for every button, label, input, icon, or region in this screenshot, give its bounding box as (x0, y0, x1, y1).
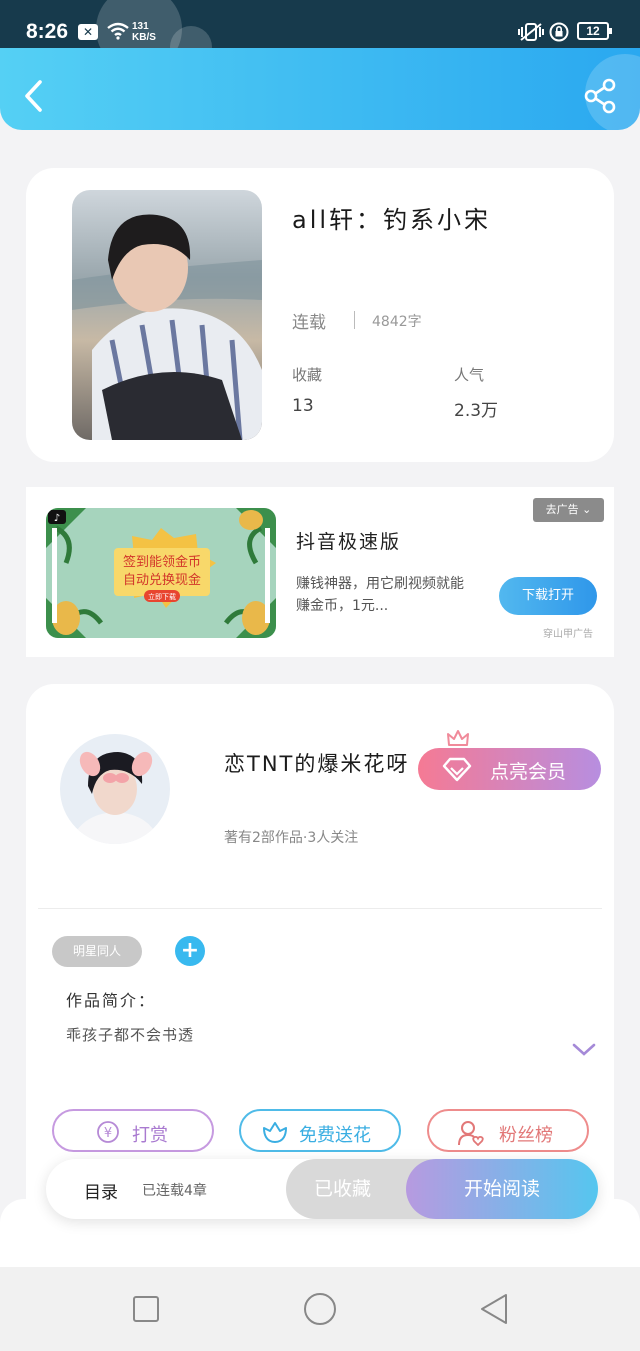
app-header (0, 48, 640, 130)
user-heart-icon (458, 1121, 484, 1146)
square-icon[interactable] (132, 1295, 160, 1323)
reward-button[interactable]: ¥ 打赏 (52, 1109, 214, 1152)
ad-banner-image[interactable]: 签到能领金币 自动兑换现金 立即下载 ♪ (46, 508, 276, 638)
popularity-count: 2.3万 (454, 401, 499, 421)
intro-text: 乖孩子都不会书透 (66, 1026, 195, 1044)
circle-icon[interactable] (302, 1291, 338, 1327)
plus-icon: + (180, 938, 200, 963)
toc-button[interactable]: 目录 (84, 1178, 118, 1203)
start-reading-button[interactable]: 开始阅读 (406, 1159, 598, 1219)
net-speed-unit: KB/S (132, 32, 156, 43)
yen-icon: ¥ (97, 1121, 119, 1143)
ad-card[interactable]: 签到能领金币 自动兑换现金 立即下载 ♪ 抖音极速版 赚钱神器，用它刷视频就能赚… (26, 487, 614, 657)
book-status: 连载 (292, 313, 326, 333)
author-name: 恋TNT的爆米花呀 (224, 752, 410, 776)
vip-label: 点亮会员 (490, 761, 567, 783)
share-button[interactable] (580, 78, 620, 114)
rotation-lock-icon (549, 22, 569, 42)
chevron-down-icon: ⌄ (582, 503, 592, 516)
book-cover-image[interactable] (72, 190, 262, 440)
net-speed-value: 131 (132, 21, 149, 32)
expand-intro-button[interactable] (571, 1040, 597, 1060)
add-tag-button[interactable]: + (175, 936, 205, 966)
status-time: 8:26 (26, 20, 69, 43)
remove-ad-button[interactable]: 去广告 ⌄ (533, 498, 604, 522)
triangle-back-icon[interactable] (478, 1292, 510, 1326)
status-bar: 8:26 ✕ 131 KB/S 12 (0, 0, 640, 72)
fans-rank-label: 粉丝榜 (499, 1125, 553, 1146)
reward-label: 打赏 (132, 1125, 168, 1146)
favorites-label: 收藏 (292, 366, 323, 384)
flower-icon (263, 1122, 287, 1143)
send-flower-button[interactable]: 免费送花 (239, 1109, 401, 1152)
favorites-count: 13 (292, 396, 314, 416)
book-title: all轩：钓系小宋 (292, 206, 492, 234)
yen-symbol: ¥ (104, 1126, 112, 1141)
diamond-icon (442, 757, 472, 782)
back-button[interactable] (18, 76, 50, 116)
activate-vip-button[interactable]: 点亮会员 (418, 748, 601, 790)
crown-icon (447, 730, 469, 746)
close-box-icon: ✕ (78, 24, 98, 40)
fans-rank-button[interactable]: 粉丝榜 (427, 1109, 589, 1152)
system-nav-bar (0, 1267, 640, 1351)
bottom-action-bar: 目录 已连载4章 已收藏 开始阅读 (46, 1159, 598, 1219)
chapter-status: 已连载4章 (142, 1183, 207, 1199)
ad-download-button[interactable]: 下载打开 (499, 577, 597, 615)
genre-tag[interactable]: 明星同人 (52, 936, 142, 967)
vibrate-icon (518, 23, 544, 41)
wifi-icon (107, 22, 129, 40)
book-info-card: all轩：钓系小宋 连载 4842字 收藏 13 人气 2.3万 (26, 168, 614, 462)
divider (38, 908, 602, 909)
network-speed: 131 KB/S (132, 21, 156, 43)
send-flower-label: 免费送花 (299, 1125, 371, 1146)
ad-description: 赚钱神器，用它刷视频就能赚金币，1元... (296, 576, 464, 614)
popularity-label: 人气 (454, 366, 485, 384)
separator (354, 311, 355, 329)
battery-icon: 12 (577, 22, 612, 40)
author-avatar[interactable] (60, 734, 170, 844)
ad-source-label: 穿山甲广告 (543, 629, 593, 640)
author-meta: 著有2部作品·3人关注 (224, 830, 359, 846)
intro-heading: 作品简介： (66, 991, 157, 1010)
ad-banner-line2: 自动兑换现金 (123, 572, 201, 588)
word-count: 4842字 (372, 314, 422, 330)
remove-ad-label: 去广告 (545, 503, 579, 516)
ad-title: 抖音极速版 (296, 531, 402, 553)
ad-banner-cta: 立即下载 (148, 592, 176, 601)
ad-banner-line1: 签到能领金币 (123, 554, 201, 570)
svg-text:♪: ♪ (54, 513, 60, 524)
